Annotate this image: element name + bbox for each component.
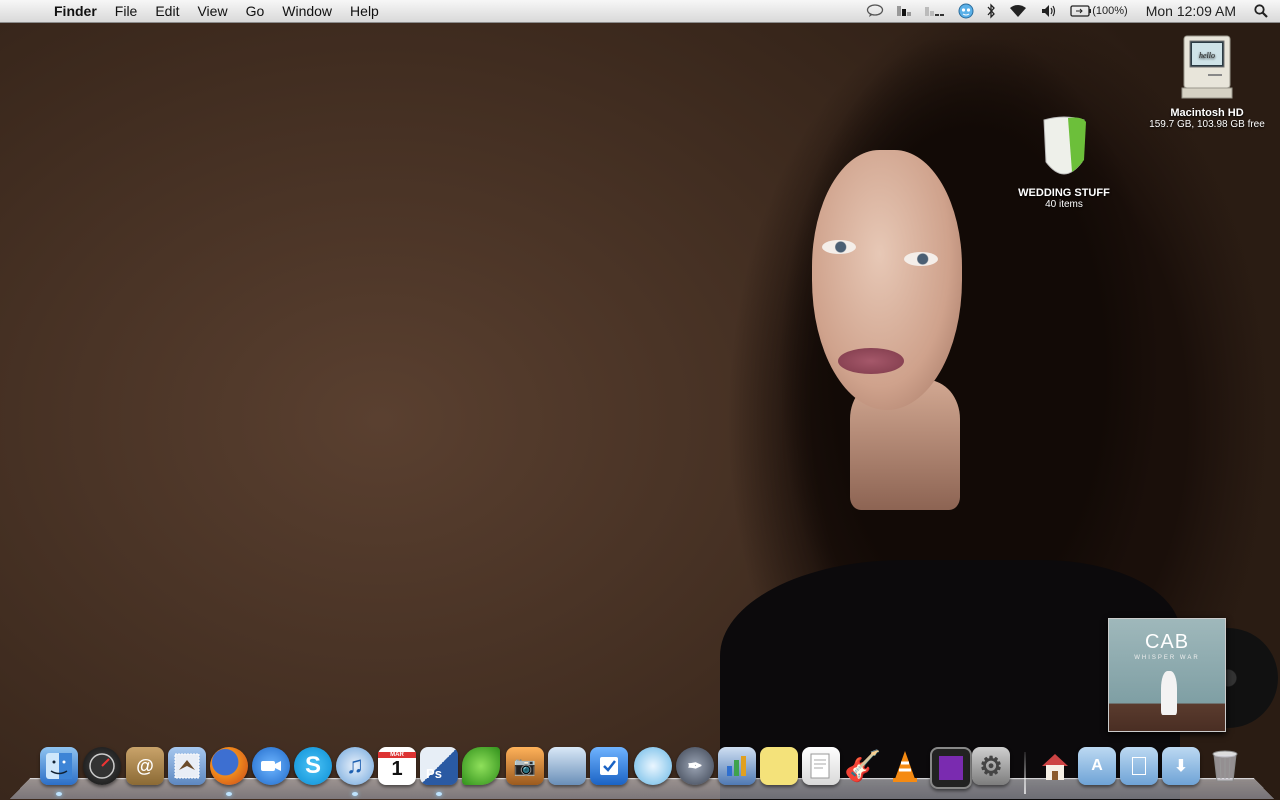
menu-view[interactable]: View — [188, 3, 236, 19]
dock-address-book[interactable]: @ — [126, 747, 164, 785]
macintosh-hd-desktop-icon[interactable]: hello Macintosh HD 159.7 GB, 103.98 GB f… — [1140, 34, 1274, 130]
quill-icon: ✒ — [687, 755, 703, 776]
dock: @ S ♫ MAR 1 Ps 📷 ✒ 🎸 ⚙ A ⬇ — [9, 744, 1275, 800]
album-band-name: CAB — [1144, 631, 1190, 653]
macintosh-hd-info: 159.7 GB, 103.98 GB free — [1149, 119, 1265, 130]
dock-firefox[interactable] — [210, 747, 248, 785]
gear-icon: ⚙ — [979, 750, 1003, 781]
download-arrow-icon: ⬇ — [1174, 758, 1188, 775]
checkbox-icon — [600, 757, 618, 775]
dock-stickies[interactable] — [760, 747, 798, 785]
wallpaper-eye-right — [904, 252, 938, 266]
svg-text:hello: hello — [1199, 51, 1215, 60]
dock-dashboard[interactable] — [83, 747, 121, 785]
dock-vlc[interactable] — [886, 747, 924, 785]
dock-itunes[interactable]: ♫ — [336, 747, 374, 785]
battery-icon[interactable]: (100%) — [1064, 4, 1133, 18]
classic-mac-icon: hello — [1181, 35, 1233, 99]
album-figure — [1161, 671, 1177, 715]
macintosh-hd-label: Macintosh HD — [1170, 107, 1244, 119]
cpu-monitor-icon[interactable] — [918, 3, 952, 19]
dashboard-gauge-icon — [89, 753, 115, 779]
finder-face-icon — [46, 753, 72, 779]
menu-bar: Finder File Edit View Go Window Help (10… — [0, 0, 1280, 23]
purple-screen-icon — [939, 756, 963, 780]
wallpaper-eye-left — [822, 240, 856, 254]
folder-item-count: 40 items — [1045, 199, 1083, 210]
dock-trash[interactable] — [1206, 747, 1244, 785]
menu-edit[interactable]: Edit — [146, 3, 188, 19]
now-playing-album-art[interactable]: CAB WHISPER WAR — [1108, 618, 1278, 732]
bluetooth-icon[interactable] — [980, 3, 1002, 19]
camera-photo-icon: 📷 — [513, 755, 537, 776]
dock-applications-folder[interactable]: A — [1078, 747, 1116, 785]
menu-app-finder[interactable]: Finder — [50, 3, 106, 19]
dock-home-folder[interactable] — [1036, 747, 1074, 785]
wallpaper-lips — [838, 348, 904, 374]
speech-bubble-icon[interactable] — [860, 4, 890, 18]
trash-can-icon — [1212, 750, 1238, 782]
dock-twitterrific[interactable] — [634, 747, 672, 785]
clock[interactable]: Mon 12:09 AM — [1134, 3, 1248, 19]
traffic-cone-icon — [893, 751, 917, 782]
dock-things[interactable] — [590, 747, 628, 785]
spotlight-search-icon[interactable] — [1248, 4, 1280, 18]
dock-textedit[interactable] — [802, 747, 840, 785]
stamp-eagle-icon — [174, 753, 200, 779]
document-pen-icon — [810, 753, 830, 779]
album-cover: CAB WHISPER WAR — [1108, 618, 1226, 732]
battery-percent: (100%) — [1092, 5, 1128, 17]
dock-preview[interactable] — [548, 747, 586, 785]
document-icon — [1132, 757, 1146, 775]
dock-downloads-folder[interactable]: ⬇ — [1162, 747, 1200, 785]
at-sign-icon: @ — [136, 755, 154, 776]
tweetie-icon[interactable] — [952, 3, 980, 19]
dock-keynote[interactable] — [718, 747, 756, 785]
dock-mail[interactable] — [168, 747, 206, 785]
dock-iphoto[interactable]: 📷 — [506, 747, 544, 785]
dock-ical[interactable]: MAR 1 — [378, 747, 416, 785]
dock-skype[interactable]: S — [294, 747, 332, 785]
memory-monitor-icon[interactable] — [890, 3, 918, 19]
dock-front-row[interactable] — [930, 747, 972, 789]
folder-icon — [1043, 116, 1086, 175]
applications-a-icon: A — [1091, 757, 1103, 774]
dock-finder[interactable] — [40, 747, 78, 785]
folder-label: WEDDING STUFF — [1018, 187, 1110, 199]
volume-icon[interactable] — [1034, 3, 1064, 19]
dock-ichat[interactable] — [252, 747, 290, 785]
wedding-stuff-folder[interactable]: WEDDING STUFF 40 items — [1014, 112, 1114, 210]
ical-day: 1 — [391, 757, 403, 780]
guitar-icon: 🎸 — [844, 749, 882, 783]
house-icon — [1042, 754, 1068, 780]
wifi-icon[interactable] — [1002, 3, 1034, 19]
album-title: WHISPER WAR — [1134, 655, 1200, 661]
status-menus: (100%) Mon 12:09 AM — [860, 0, 1280, 22]
dock-documents-folder[interactable] — [1120, 747, 1158, 785]
dock-photoshop[interactable]: Ps — [420, 747, 458, 785]
skype-s-icon: S — [304, 752, 321, 779]
menu-file[interactable]: File — [106, 3, 147, 19]
ps-label: Ps — [426, 765, 442, 781]
dock-growl[interactable] — [462, 747, 500, 785]
dock-garageband[interactable]: 🎸 — [844, 747, 882, 785]
dock-script-editor[interactable]: ✒ — [676, 747, 714, 785]
video-camera-icon — [261, 761, 281, 771]
bar-chart-icon — [727, 756, 746, 776]
dock-separator — [1024, 752, 1026, 794]
music-note-icon: ♫ — [346, 752, 364, 779]
menu-help[interactable]: Help — [341, 3, 388, 19]
menu-window[interactable]: Window — [273, 3, 341, 19]
dock-system-preferences[interactable]: ⚙ — [972, 747, 1010, 785]
menu-go[interactable]: Go — [237, 3, 274, 19]
